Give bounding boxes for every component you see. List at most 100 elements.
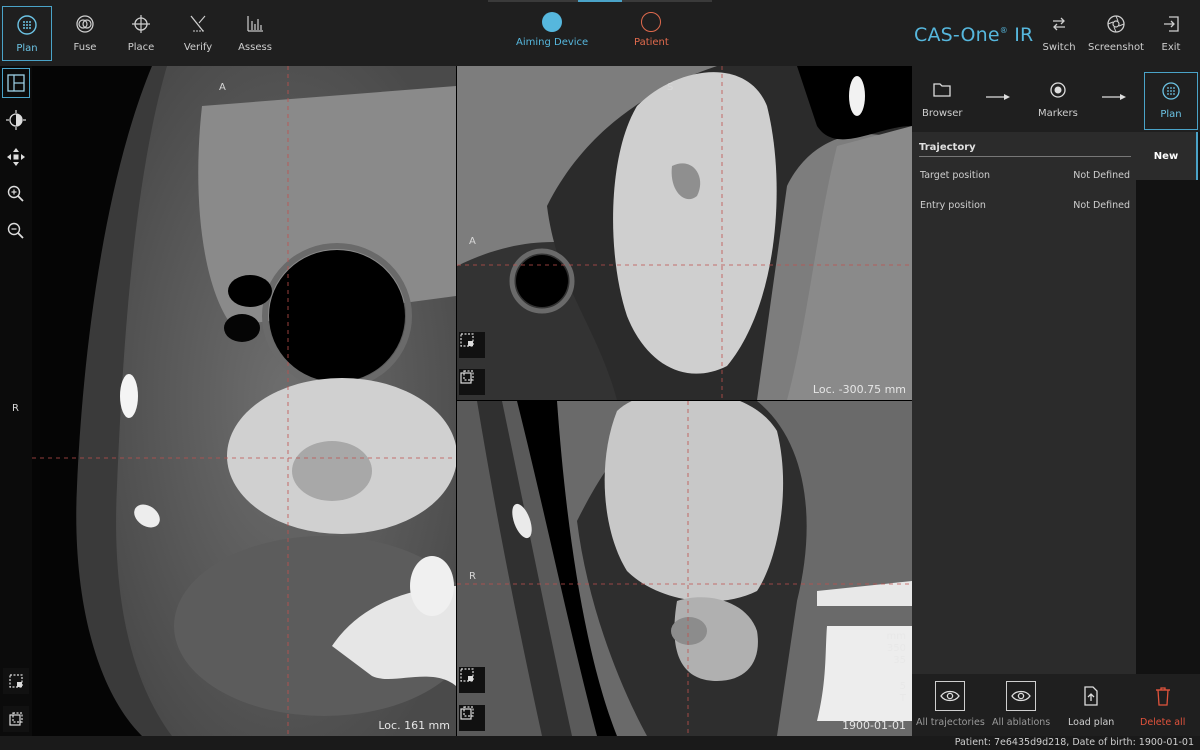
axial-select-tool-button[interactable] xyxy=(3,668,29,694)
tool-fuse-button[interactable]: Fuse xyxy=(60,6,110,61)
tool-label: Screenshot xyxy=(1088,42,1144,53)
tool-assess-button[interactable]: Assess xyxy=(230,6,280,61)
tool-label: Plan xyxy=(16,43,38,54)
pan-button[interactable] xyxy=(2,142,30,172)
sagittal-ct-image xyxy=(457,66,912,400)
new-trajectory-button[interactable]: New xyxy=(1136,132,1198,180)
tool-label: Place xyxy=(127,42,155,53)
tool-verify-button[interactable]: Verify xyxy=(173,6,223,61)
zoom-out-icon xyxy=(7,222,24,239)
coronal-date-readout: 1900-01-01 xyxy=(842,719,906,732)
workflow-step-markers[interactable]: Markers xyxy=(1038,76,1078,119)
target-position-value: Not Defined xyxy=(1073,170,1130,181)
layout-button[interactable] xyxy=(2,68,30,98)
coronal-viewport[interactable]: R mm 350 35 5 T 1900-01-01 xyxy=(457,401,912,736)
viewer-tools-column xyxy=(0,66,32,736)
aiming-device-indicator-icon xyxy=(542,12,563,32)
workflow-step-label: Plan xyxy=(1160,109,1182,120)
screenshot-button[interactable]: Screenshot xyxy=(1086,6,1146,61)
plan-icon xyxy=(16,11,38,39)
folder-icon xyxy=(932,76,952,104)
mode-label: Aiming Device xyxy=(516,37,589,48)
selection-square-icon xyxy=(460,668,474,682)
chart-icon xyxy=(244,10,266,38)
switch-button[interactable]: Switch xyxy=(1034,6,1084,61)
orientation-label-left: A xyxy=(469,236,476,247)
action-label: Load plan xyxy=(1068,717,1115,728)
tool-label: Assess xyxy=(238,42,272,53)
tool-plan-button[interactable]: Plan xyxy=(2,6,52,61)
axial-crop-tool-button[interactable] xyxy=(3,706,29,732)
entry-position-row[interactable]: Entry position Not Defined xyxy=(920,200,1130,211)
axial-location-readout: Loc. 161 mm xyxy=(378,719,450,732)
file-upload-icon xyxy=(1083,680,1099,712)
trajectory-list-column: New xyxy=(1136,132,1200,740)
exit-icon xyxy=(1160,10,1182,38)
sagittal-location-readout: Loc. -300.75 mm xyxy=(812,383,906,396)
workflow-steps: Browser Markers Plan xyxy=(912,66,1200,132)
selection-square-icon xyxy=(460,333,474,347)
sagittal-crop-tool-button[interactable] xyxy=(459,369,485,395)
coronal-crop-tool-button[interactable] xyxy=(459,705,485,731)
target-position-row[interactable]: Target position Not Defined xyxy=(920,170,1130,181)
selection-square-icon xyxy=(9,674,23,688)
tool-label: Fuse xyxy=(73,42,97,53)
zoom-in-button[interactable] xyxy=(2,179,30,209)
axial-orientation-left: R xyxy=(12,403,19,414)
target-position-label: Target position xyxy=(920,170,991,181)
tool-place-button[interactable]: Place xyxy=(116,6,166,61)
eye-icon xyxy=(935,681,966,711)
zoom-in-icon xyxy=(7,185,24,202)
brightness-contrast-button[interactable] xyxy=(2,105,30,135)
eye-icon xyxy=(1006,681,1037,711)
fuse-icon xyxy=(74,10,96,38)
marker-icon xyxy=(1048,76,1068,104)
tool-label: Verify xyxy=(183,42,213,53)
action-label: All ablations xyxy=(992,717,1051,728)
zoom-out-button[interactable] xyxy=(2,216,30,246)
sagittal-viewport[interactable]: S A Loc. -300.75 mm xyxy=(457,66,912,400)
mode-indicator-line xyxy=(488,0,712,2)
patient-indicator-icon xyxy=(641,12,662,32)
pan-icon xyxy=(7,148,25,166)
all-trajectories-button[interactable]: All trajectories xyxy=(916,680,985,728)
workflow-step-label: Browser xyxy=(922,108,963,119)
status-bar: Patient: 7e6435d9d218, Date of birth: 19… xyxy=(0,736,1200,750)
workflow-step-label: Markers xyxy=(1038,108,1078,119)
tool-label: Switch xyxy=(1042,42,1076,53)
entry-position-label: Entry position xyxy=(920,200,986,211)
dicom-overlay-info: mm 350 35 5 T xyxy=(886,631,906,704)
trajectory-section: Trajectory Target position Not Defined E… xyxy=(912,132,1136,740)
orientation-label-top: S xyxy=(667,82,674,93)
crop-square-icon xyxy=(460,706,474,720)
delete-all-button[interactable]: Delete all xyxy=(1140,680,1185,728)
orientation-label-left: R xyxy=(469,571,476,582)
planning-panel: Browser Markers Plan Trajectory Target p… xyxy=(912,66,1200,740)
workflow-step-browser[interactable]: Browser xyxy=(922,76,963,119)
crop-square-icon xyxy=(460,370,474,384)
swap-icon xyxy=(1048,10,1070,38)
sagittal-select-tool-button[interactable] xyxy=(459,332,485,358)
axial-viewport[interactable]: A Loc. 161 mm xyxy=(32,66,456,736)
exit-button[interactable]: Exit xyxy=(1146,6,1196,61)
patient-info: Patient: 7e6435d9d218, Date of birth: 19… xyxy=(954,737,1194,748)
camera-icon xyxy=(1105,10,1127,38)
mode-aiming-device-button[interactable]: Aiming Device xyxy=(516,12,588,48)
top-toolbar: Plan Fuse Place Verify Assess Aiming Dev… xyxy=(0,0,1200,66)
arrow-right-icon xyxy=(1102,94,1126,100)
trash-icon xyxy=(1155,680,1171,712)
crop-square-icon xyxy=(9,712,23,726)
load-plan-button[interactable]: Load plan xyxy=(1068,680,1114,728)
layout-icon xyxy=(7,74,25,92)
all-ablations-button[interactable]: All ablations xyxy=(992,680,1050,728)
app-brand-logo: CAS-One® IR xyxy=(914,24,1034,46)
entry-position-value: Not Defined xyxy=(1073,200,1130,211)
workflow-step-plan[interactable]: Plan xyxy=(1144,72,1198,130)
mode-patient-button[interactable]: Patient xyxy=(634,12,669,48)
orientation-label-top: A xyxy=(219,82,226,93)
coronal-select-tool-button[interactable] xyxy=(459,667,485,693)
action-label: Delete all xyxy=(1140,717,1186,728)
plan-icon xyxy=(1161,77,1181,105)
verify-icon xyxy=(187,10,209,38)
action-label: All trajectories xyxy=(916,717,985,728)
